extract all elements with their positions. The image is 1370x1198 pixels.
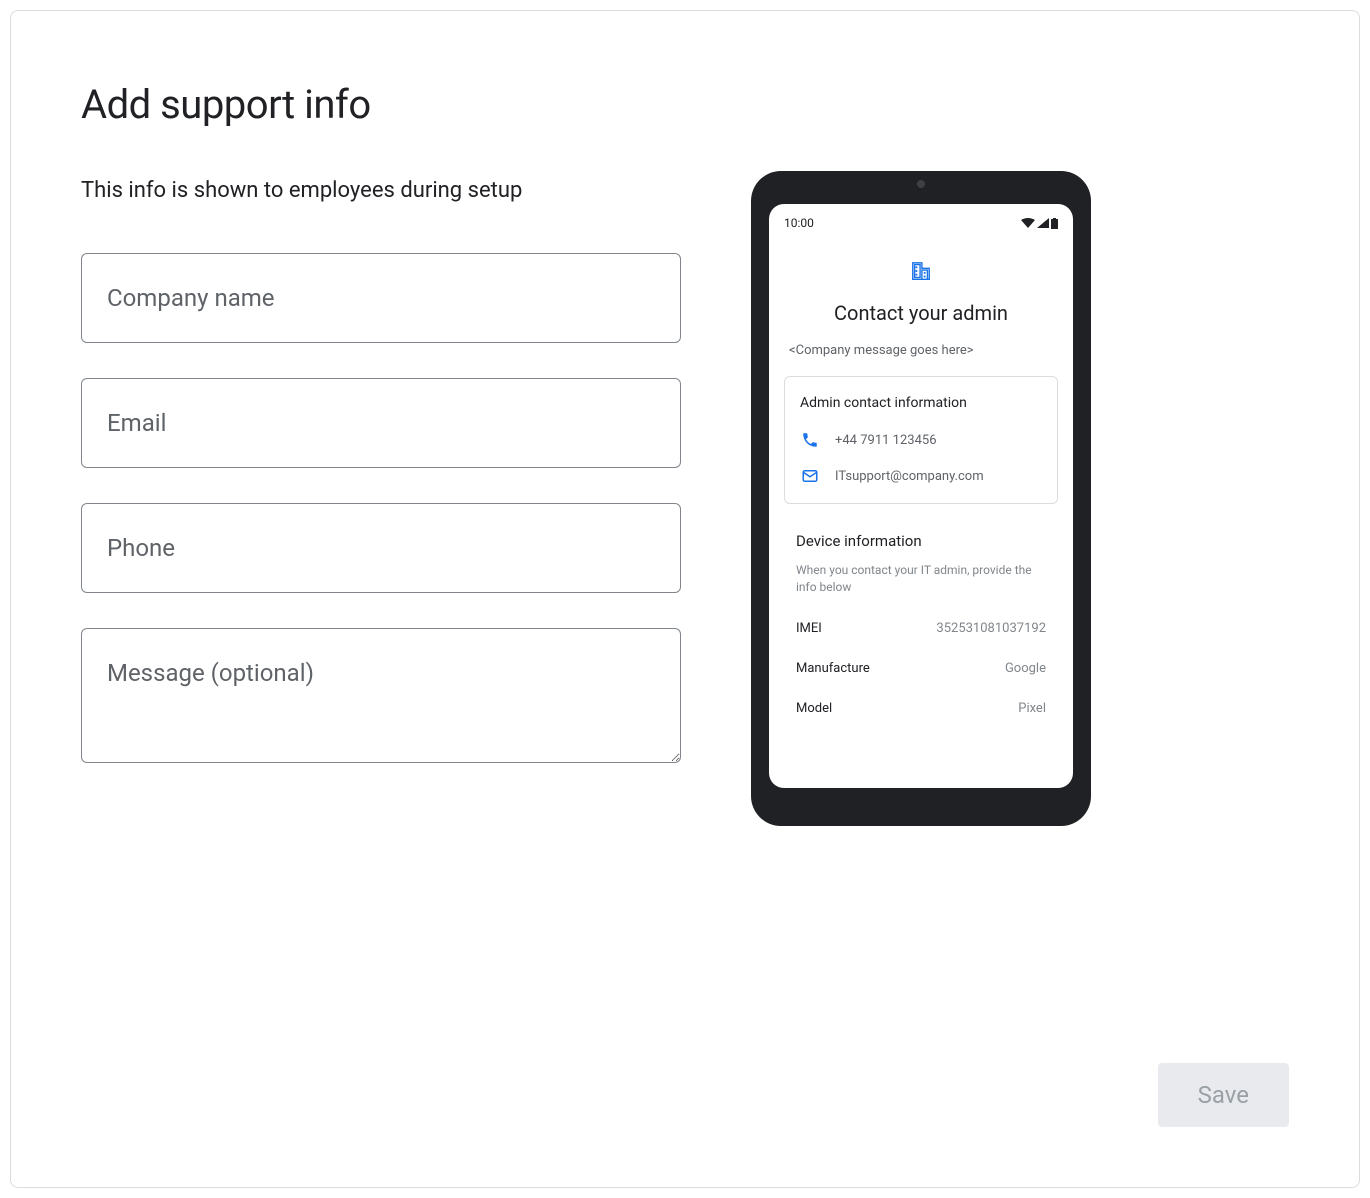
form-column: Add support info This info is shown to e…: [81, 81, 681, 826]
email-icon: [800, 467, 820, 485]
imei-label: IMEI: [796, 621, 822, 636]
content-wrapper: Add support info This info is shown to e…: [81, 81, 1289, 826]
page-subtitle: This info is shown to employees during s…: [81, 178, 681, 203]
device-info-desc: When you contact your IT admin, provide …: [796, 562, 1046, 596]
phone-camera-icon: [917, 180, 925, 188]
phone-input[interactable]: [81, 503, 681, 593]
preview-company-message: <Company message goes here>: [784, 343, 1058, 358]
admin-email-row: ITsupport@company.com: [800, 467, 1042, 485]
admin-contact-card: Admin contact information +44 7911 12345…: [784, 376, 1058, 504]
status-time: 10:00: [784, 216, 814, 230]
model-label: Model: [796, 701, 832, 716]
message-group: [81, 628, 681, 767]
company-name-group: [81, 253, 681, 343]
preview-title: Contact your admin: [784, 301, 1058, 325]
device-info-section: Device information When you contact your…: [784, 532, 1058, 716]
admin-email-value: ITsupport@company.com: [835, 469, 984, 484]
device-model-row: Model Pixel: [796, 701, 1046, 716]
manufacture-value: Google: [1005, 661, 1046, 676]
status-icons: [1021, 218, 1058, 229]
status-bar: 10:00: [784, 216, 1058, 230]
email-group: [81, 378, 681, 468]
company-name-input[interactable]: [81, 253, 681, 343]
model-value: Pixel: [1018, 701, 1046, 716]
admin-phone-value: +44 7911 123456: [835, 433, 937, 448]
signal-icon: [1037, 218, 1049, 228]
wifi-icon: [1021, 218, 1035, 228]
admin-card-title: Admin contact information: [800, 395, 1042, 411]
imei-value: 352531081037192: [936, 621, 1046, 636]
preview-column: 10:00: [751, 81, 1091, 826]
phone-mockup: 10:00: [751, 171, 1091, 826]
building-icon: [910, 260, 932, 286]
device-manufacture-row: Manufacture Google: [796, 661, 1046, 676]
add-support-info-card: Add support info This info is shown to e…: [10, 10, 1360, 1188]
admin-phone-row: +44 7911 123456: [800, 431, 1042, 449]
email-input[interactable]: [81, 378, 681, 468]
page-title: Add support info: [81, 81, 681, 128]
save-button[interactable]: Save: [1158, 1063, 1289, 1127]
message-input[interactable]: [81, 628, 681, 763]
phone-group: [81, 503, 681, 593]
phone-icon: [800, 431, 820, 449]
device-info-title: Device information: [796, 532, 1046, 550]
manufacture-label: Manufacture: [796, 661, 870, 676]
phone-content: Contact your admin <Company message goes…: [784, 260, 1058, 716]
phone-screen: 10:00: [769, 204, 1073, 788]
battery-icon: [1051, 218, 1058, 229]
device-imei-row: IMEI 352531081037192: [796, 621, 1046, 636]
